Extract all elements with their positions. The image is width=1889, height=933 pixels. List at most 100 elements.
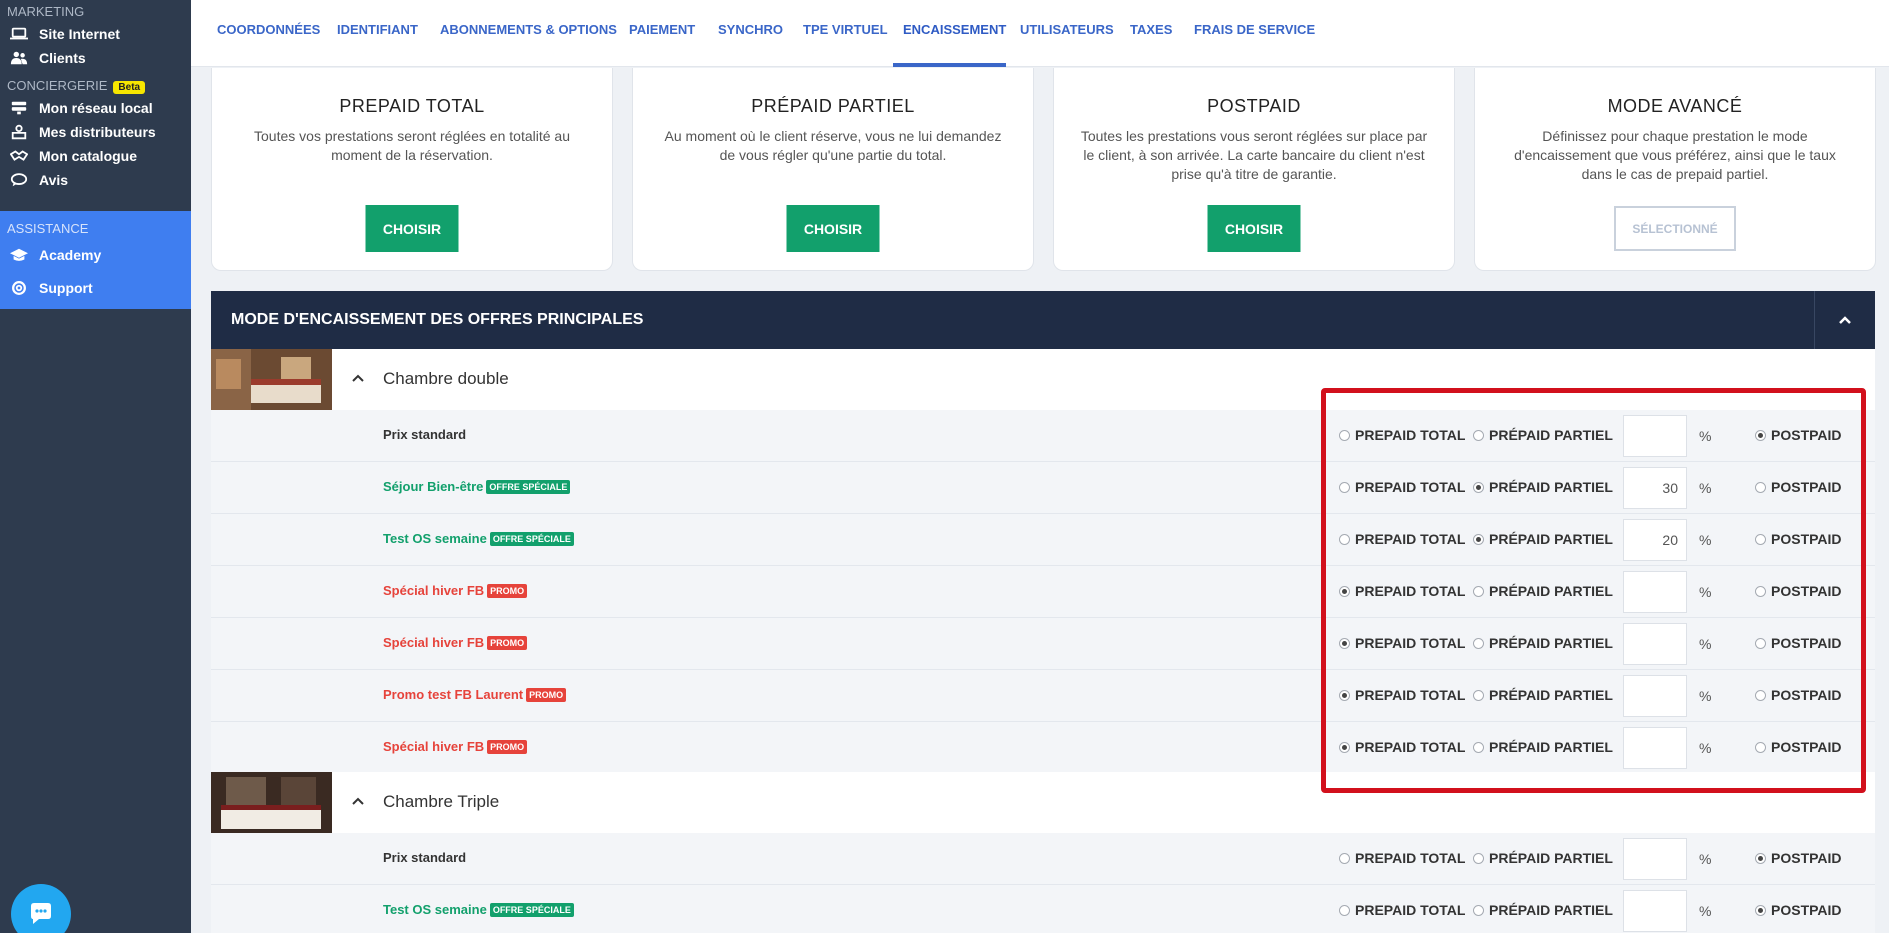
radio-prepaid-total[interactable] <box>1339 852 1350 864</box>
option-prepaid-partiel[interactable]: PRÉPAID PARTIEL <box>1473 531 1613 547</box>
option-postpaid[interactable]: POSTPAID <box>1755 739 1842 755</box>
percent-input[interactable] <box>1623 890 1687 932</box>
radio-postpaid[interactable] <box>1755 689 1766 701</box>
percent-input[interactable] <box>1623 727 1687 769</box>
percent-sign: % <box>1699 903 1712 919</box>
percent-input[interactable] <box>1623 675 1687 717</box>
chat-button[interactable] <box>11 884 71 933</box>
tab-taxes[interactable]: TAXES <box>1130 22 1172 37</box>
chevron-up-icon[interactable] <box>349 369 367 387</box>
radio-postpaid[interactable] <box>1755 637 1766 649</box>
radio-prepaid-total[interactable] <box>1339 481 1350 493</box>
percent-input[interactable] <box>1623 467 1687 509</box>
radio-prepaid-total[interactable] <box>1339 637 1350 649</box>
radio-prepaid-partiel[interactable] <box>1473 637 1484 649</box>
sidebar-item-catalogue[interactable]: Mon catalogue <box>0 144 191 168</box>
percent-input[interactable] <box>1623 519 1687 561</box>
room-name: Chambre Triple <box>383 792 500 811</box>
option-prepaid-partiel[interactable]: PRÉPAID PARTIEL <box>1473 902 1613 918</box>
option-prepaid-partiel[interactable]: PRÉPAID PARTIEL <box>1473 427 1613 443</box>
option-postpaid[interactable]: POSTPAID <box>1755 635 1842 651</box>
radio-prepaid-partiel[interactable] <box>1473 852 1484 864</box>
rate-name: Test OS semaine OFFRE SPÉCIALE <box>383 531 574 546</box>
radio-prepaid-partiel[interactable] <box>1473 533 1484 545</box>
tab-coordonnees[interactable]: COORDONNÉES <box>217 22 320 37</box>
radio-prepaid-partiel[interactable] <box>1473 904 1484 916</box>
option-prepaid-total[interactable]: PREPAID TOTAL <box>1339 479 1465 495</box>
radio-prepaid-total[interactable] <box>1339 689 1350 701</box>
sidebar-item-distributeurs[interactable]: Mes distributeurs <box>0 120 191 144</box>
tab-identifiant[interactable]: IDENTIFIANT <box>337 22 418 37</box>
option-postpaid[interactable]: POSTPAID <box>1755 902 1842 918</box>
option-prepaid-total[interactable]: PREPAID TOTAL <box>1339 635 1465 651</box>
radio-prepaid-partiel[interactable] <box>1473 741 1484 753</box>
tab-paiement[interactable]: PAIEMENT <box>629 22 695 37</box>
option-prepaid-total[interactable]: PREPAID TOTAL <box>1339 739 1465 755</box>
tab-tpe-virtuel[interactable]: TPE VIRTUEL <box>803 22 888 37</box>
option-prepaid-total[interactable]: PREPAID TOTAL <box>1339 531 1465 547</box>
radio-postpaid[interactable] <box>1755 852 1766 864</box>
option-prepaid-partiel[interactable]: PRÉPAID PARTIEL <box>1473 739 1613 755</box>
room-photo <box>211 349 332 410</box>
card-prepaid-partiel: PRÉPAID PARTIEL Au moment où le client r… <box>632 68 1034 271</box>
radio-prepaid-partiel[interactable] <box>1473 585 1484 597</box>
sidebar-item-academy[interactable]: Academy <box>0 243 191 267</box>
sidebar-item-reseau-local[interactable]: Mon réseau local <box>0 96 191 120</box>
option-prepaid-partiel[interactable]: PRÉPAID PARTIEL <box>1473 850 1613 866</box>
collapse-section-button[interactable] <box>1814 291 1875 349</box>
choose-prepaid-partiel-button[interactable]: CHOISIR <box>786 205 880 252</box>
sidebar-item-support[interactable]: Support <box>0 276 191 300</box>
rate-row: Test OS semaine OFFRE SPÉCIALE PREPAID TOT… <box>211 885 1875 933</box>
radio-prepaid-total[interactable] <box>1339 904 1350 916</box>
tab-utilisateurs[interactable]: UTILISATEURS <box>1020 22 1114 37</box>
radio-postpaid[interactable] <box>1755 533 1766 545</box>
radio-postpaid[interactable] <box>1755 429 1766 441</box>
radio-postpaid[interactable] <box>1755 585 1766 597</box>
radio-prepaid-partiel[interactable] <box>1473 689 1484 701</box>
percent-input[interactable] <box>1623 571 1687 613</box>
tab-encaissement[interactable]: ENCAISSEMENT <box>903 22 1006 37</box>
percent-input[interactable] <box>1623 623 1687 665</box>
option-label: PREPAID TOTAL <box>1355 850 1466 866</box>
option-prepaid-partiel[interactable]: PRÉPAID PARTIEL <box>1473 583 1613 599</box>
choose-postpaid-button[interactable]: CHOISIR <box>1207 205 1301 252</box>
choose-prepaid-total-button[interactable]: CHOISIR <box>365 205 459 252</box>
option-prepaid-partiel[interactable]: PRÉPAID PARTIEL <box>1473 479 1613 495</box>
option-prepaid-total[interactable]: PREPAID TOTAL <box>1339 583 1465 599</box>
tab-frais-de-service[interactable]: FRAIS DE SERVICE <box>1194 22 1315 37</box>
option-postpaid[interactable]: POSTPAID <box>1755 427 1842 443</box>
sidebar-item-clients[interactable]: Clients <box>0 46 191 70</box>
tab-synchro[interactable]: SYNCHRO <box>718 22 783 37</box>
option-postpaid[interactable]: POSTPAID <box>1755 850 1842 866</box>
tab-abonnements-options[interactable]: ABONNEMENTS & OPTIONS <box>440 22 617 37</box>
radio-postpaid[interactable] <box>1755 904 1766 916</box>
radio-prepaid-partiel[interactable] <box>1473 481 1484 493</box>
sidebar-item-avis[interactable]: Avis <box>0 168 191 192</box>
radio-prepaid-total[interactable] <box>1339 533 1350 545</box>
radio-prepaid-total[interactable] <box>1339 585 1350 597</box>
percent-input[interactable] <box>1623 415 1687 457</box>
rate-name-text: Test OS semaine <box>383 902 487 917</box>
radio-prepaid-partiel[interactable] <box>1473 429 1484 441</box>
option-prepaid-total[interactable]: PREPAID TOTAL <box>1339 850 1465 866</box>
option-label: PRÉPAID PARTIEL <box>1489 902 1613 918</box>
option-prepaid-partiel[interactable]: PRÉPAID PARTIEL <box>1473 635 1613 651</box>
radio-prepaid-total[interactable] <box>1339 429 1350 441</box>
chevron-up-icon[interactable] <box>349 792 367 810</box>
sidebar-item-label: Mes distributeurs <box>39 124 156 140</box>
percent-input[interactable] <box>1623 838 1687 880</box>
option-prepaid-total[interactable]: PREPAID TOTAL <box>1339 687 1465 703</box>
radio-postpaid[interactable] <box>1755 481 1766 493</box>
radio-postpaid[interactable] <box>1755 741 1766 753</box>
option-prepaid-partiel[interactable]: PRÉPAID PARTIEL <box>1473 687 1613 703</box>
option-postpaid[interactable]: POSTPAID <box>1755 531 1842 547</box>
radio-prepaid-total[interactable] <box>1339 741 1350 753</box>
option-postpaid[interactable]: POSTPAID <box>1755 687 1842 703</box>
option-prepaid-total[interactable]: PREPAID TOTAL <box>1339 902 1465 918</box>
option-postpaid[interactable]: POSTPAID <box>1755 583 1842 599</box>
sidebar-item-site-internet[interactable]: Site Internet <box>0 22 191 46</box>
option-prepaid-total[interactable]: PREPAID TOTAL <box>1339 427 1465 443</box>
special-offer-badge: OFFRE SPÉCIALE <box>489 532 574 546</box>
lifebuoy-icon <box>8 280 30 296</box>
option-postpaid[interactable]: POSTPAID <box>1755 479 1842 495</box>
